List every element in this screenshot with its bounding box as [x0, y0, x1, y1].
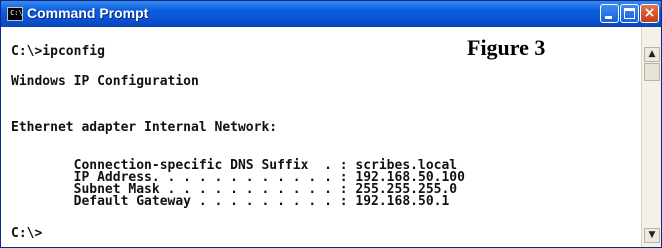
close-icon: × [643, 5, 656, 21]
console-line: Default Gateway . . . . . . . . . : 192.… [11, 194, 450, 209]
maximize-button[interactable] [620, 4, 639, 23]
close-button[interactable]: × [640, 4, 659, 23]
minimize-button[interactable] [600, 4, 619, 23]
console-icon-label: C:\ [10, 9, 23, 17]
scroll-down-icon[interactable]: ▼ [644, 228, 660, 243]
window-title: Command Prompt [27, 5, 149, 21]
scroll-up-icon[interactable]: ▲ [644, 47, 660, 62]
scroll-thumb[interactable] [644, 63, 660, 81]
console-prompt: C:\> [11, 226, 43, 241]
console-icon[interactable]: C:\ [7, 7, 23, 21]
console-line: Ethernet adapter Internal Network: [11, 120, 278, 135]
console-line: C:\>ipconfig [11, 44, 105, 59]
figure-label: Figure 3 [467, 35, 546, 60]
maximize-icon [624, 8, 635, 19]
command-prompt-window: C:\ Command Prompt × C:\>ipconfig Window… [0, 0, 662, 248]
minimize-icon [605, 16, 612, 19]
vertical-scrollbar[interactable]: ▲ ▼ [641, 27, 661, 247]
title-bar[interactable]: C:\ Command Prompt × [1, 1, 661, 27]
console-line: Windows IP Configuration [11, 74, 199, 89]
